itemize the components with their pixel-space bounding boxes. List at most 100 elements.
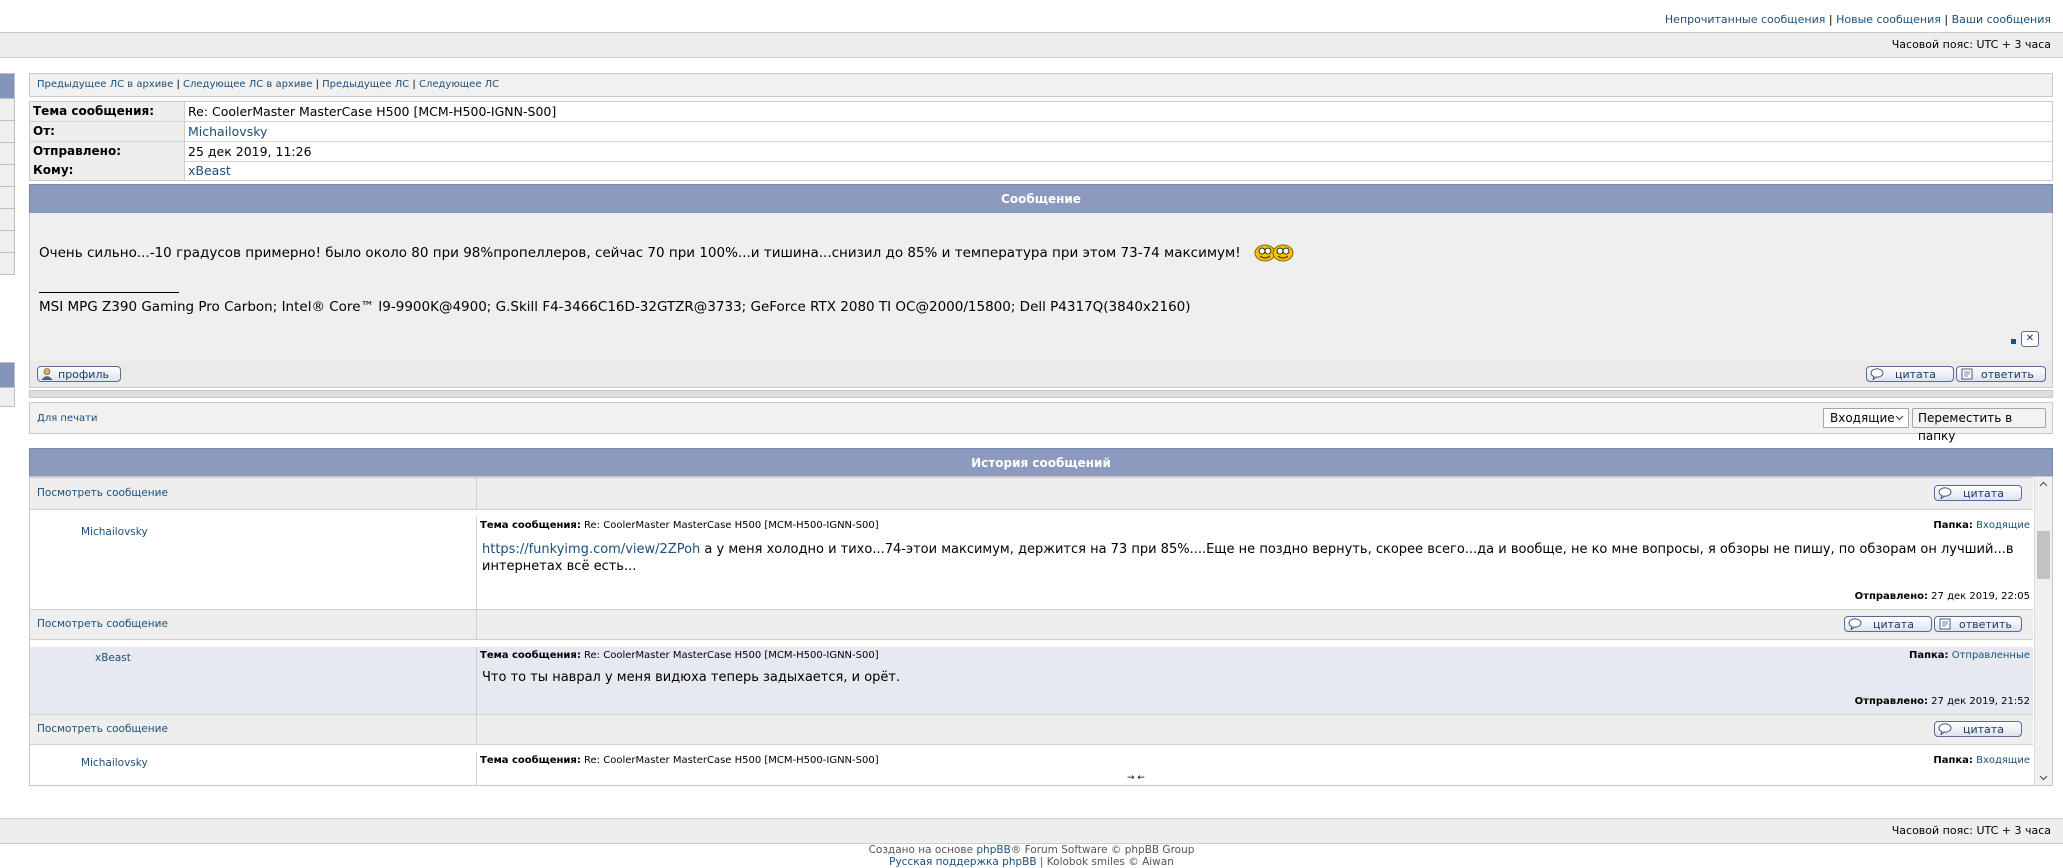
subject-value: Re: CoolerMaster MasterCase H500 [MCM-H5… — [188, 104, 557, 119]
separator-bar — [29, 390, 2053, 398]
unread-messages-link[interactable]: Непрочитанные сообщения — [1665, 13, 1825, 26]
history-body: https://funkyimg.com/view/2ZPoh а у меня… — [482, 541, 2022, 575]
history-scrollbar[interactable] — [2034, 477, 2052, 785]
history-subject: Тема сообщения: Re: CoolerMaster MasterC… — [480, 650, 879, 661]
print-link[interactable]: Для печати — [37, 413, 97, 424]
subject-label: Тема сообщения: — [30, 102, 185, 121]
view-message-link[interactable]: Посмотреть сообщение — [37, 487, 168, 499]
folder-select-value: Входящие — [1830, 411, 1895, 425]
history-entry-content: Тема сообщения: Re: CoolerMaster MasterC… — [476, 647, 2034, 714]
quote-button-label: цитата — [1963, 723, 2004, 736]
history-subject-value: Re: CoolerMaster MasterCase H500 [MCM-H5… — [584, 520, 879, 531]
move-to-folder-button[interactable]: Переместить в папку — [1912, 408, 2046, 443]
prev-pm-link[interactable]: Предыдущее ЛС — [322, 79, 409, 90]
to-row: Кому: xBeast — [30, 161, 2052, 180]
footer-credits-line: Русская поддержка phpBB | Kolobok smiles… — [0, 856, 2063, 868]
history-subject-label: Тема сообщения: — [480, 650, 581, 661]
sidebar-stub[interactable] — [0, 362, 15, 388]
history-sent-value: 27 дек 2019, 22:05 — [1931, 591, 2030, 602]
message-body-area: Очень сильно...-10 градусов примерно! бы… — [29, 213, 2053, 362]
quote-bubble-icon — [1870, 368, 1884, 380]
quote-button-label: цитата — [1895, 368, 1936, 381]
footer-timezone-bar: Часовой пояс: UTC + 3 часа — [0, 818, 2063, 844]
sent-label: Отправлено: — [30, 142, 185, 161]
next-archive-link[interactable]: Следующее ЛС в архиве — [183, 79, 312, 90]
your-messages-link[interactable]: Ваши сообщения — [1952, 13, 2051, 26]
history-author-link[interactable]: xBeast — [95, 652, 131, 664]
separator: | — [1039, 856, 1044, 868]
history-folder-label: Папка: — [1933, 520, 1973, 531]
scrollbar-thumb[interactable] — [2037, 531, 2050, 579]
to-user-link[interactable]: xBeast — [188, 163, 231, 178]
quote-button[interactable]: цитата — [1844, 616, 1932, 632]
scroll-down-icon[interactable] — [2039, 775, 2048, 781]
to-label: Кому: — [30, 161, 185, 180]
history-author-link[interactable]: Michailovsky — [81, 757, 148, 769]
history-folder-link[interactable]: Входящие — [1976, 755, 2030, 766]
report-dot-icon[interactable] — [2011, 339, 2016, 344]
reply-button[interactable]: ответить — [1934, 616, 2022, 632]
reply-button[interactable]: ответить — [1956, 366, 2046, 382]
history-folder: Папка: Входящие — [1933, 755, 2030, 766]
sent-row: Отправлено: 25 дек 2019, 11:26 — [30, 142, 2052, 162]
pm-navigation: Предыдущее ЛС в архиве | Следующее ЛС в … — [29, 73, 2053, 97]
quote-bubble-icon — [1848, 618, 1862, 630]
history-title-bar: История сообщений — [29, 448, 2053, 478]
view-message-link[interactable]: Посмотреть сообщение — [37, 618, 168, 630]
sidebar-stub[interactable] — [0, 164, 15, 187]
russian-support-link[interactable]: Русская поддержка phpBB — [889, 856, 1036, 868]
chevron-down-icon — [1895, 415, 1904, 421]
sidebar-stub[interactable] — [0, 73, 15, 99]
top-links: Непрочитанные сообщения | Новые сообщени… — [1665, 13, 2051, 26]
prev-archive-link[interactable]: Предыдущее ЛС в архиве — [37, 79, 173, 90]
sidebar-stub[interactable] — [0, 387, 15, 407]
signature-text: MSI MPG Z390 Gaming Pro Carbon; Intel® C… — [39, 299, 1191, 315]
folder-select[interactable]: Входящие — [1823, 408, 1909, 428]
quote-button[interactable]: цитата — [1934, 485, 2022, 501]
next-pm-link[interactable]: Следующее ЛС — [419, 79, 499, 90]
created-prefix: Создано на основе — [868, 844, 977, 856]
quote-bubble-icon — [1938, 487, 1952, 499]
history-subject-label: Тема сообщения: — [480, 520, 581, 531]
move-button-label: Переместить в папку — [1918, 411, 2013, 443]
history-folder-link[interactable]: Входящие — [1976, 520, 2030, 531]
sidebar-stub[interactable] — [0, 186, 15, 209]
sidebar-stub[interactable] — [0, 120, 15, 143]
history-subject-value: Re: CoolerMaster MasterCase H500 [MCM-H5… — [584, 650, 879, 661]
profile-button-label: профиль — [58, 368, 109, 381]
column-divider — [476, 715, 477, 744]
quote-button-label: цитата — [1873, 618, 1914, 631]
quote-button[interactable]: цитата — [1934, 721, 2022, 737]
history-folder-link[interactable]: Отправленные — [1952, 650, 2030, 661]
history-entry: xBeast Тема сообщения: Re: CoolerMaster … — [30, 647, 2033, 715]
history-subject: Тема сообщения: Re: CoolerMaster MasterC… — [480, 520, 879, 531]
subject-row: Тема сообщения: Re: CoolerMaster MasterC… — [30, 102, 2052, 122]
sidebar-stub[interactable] — [0, 142, 15, 165]
history-folder: Папка: Отправленные — [1909, 650, 2030, 661]
sidebar-stub[interactable] — [0, 208, 15, 231]
message-buttons-row: профиль цитата ответить — [29, 361, 2053, 388]
history-view-row: Посмотреть сообщение цитата — [30, 714, 2033, 745]
signature-divider — [39, 292, 179, 293]
timezone-text: Часовой пояс: UTC + 3 часа — [1891, 38, 2051, 51]
sidebar-stub[interactable] — [0, 252, 15, 275]
from-user-link[interactable]: Michailovsky — [188, 124, 267, 139]
separator: | — [176, 79, 180, 90]
sidebar-stub[interactable] — [0, 230, 15, 253]
new-messages-link[interactable]: Новые сообщения — [1836, 13, 1941, 26]
history-view-row: Посмотреть сообщение цитата ответить — [30, 609, 2033, 640]
history-author-link[interactable]: Michailovsky — [81, 526, 148, 538]
history-entry: Michailovsky Тема сообщения: Re: CoolerM… — [30, 752, 2033, 785]
funkyimg-link[interactable]: https://funkyimg.com/view/2ZPoh — [482, 542, 700, 557]
quote-bubble-icon — [1938, 723, 1952, 735]
quote-button[interactable]: цитата — [1866, 366, 1954, 382]
delete-message-button[interactable]: ✕ — [2021, 331, 2039, 347]
sidebar-stub[interactable] — [0, 98, 15, 121]
phpbb-link[interactable]: phpBB — [976, 844, 1010, 856]
scroll-up-icon[interactable] — [2039, 481, 2048, 487]
view-message-link[interactable]: Посмотреть сообщение — [37, 723, 168, 735]
profile-button[interactable]: профиль — [37, 366, 121, 382]
history-box[interactable]: Посмотреть сообщение цитата Michailovsky… — [29, 476, 2053, 786]
reply-note-icon — [1939, 618, 1951, 630]
history-body-text: а у меня холодно и тихо...74-этои максим… — [482, 542, 2014, 574]
